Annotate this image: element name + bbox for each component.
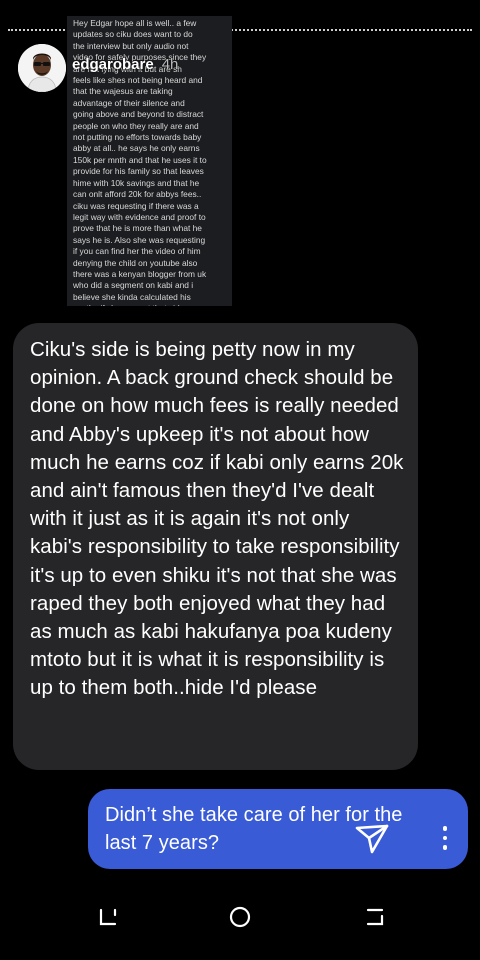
received-message-bubble[interactable]: Ciku's side is being petty now in my opi… — [13, 323, 418, 770]
avatar[interactable] — [18, 44, 66, 92]
system-navigation-bar — [0, 890, 480, 960]
recents-icon[interactable] — [95, 904, 121, 930]
story-username[interactable]: edgarobare — [72, 56, 154, 73]
back-icon[interactable] — [362, 904, 388, 930]
sent-message-bubble[interactable]: Didn’t she take care of her for the last… — [88, 789, 468, 869]
home-icon[interactable] — [227, 904, 253, 930]
story-header: edgarobare 4h — [72, 56, 178, 73]
avatar-image — [18, 44, 66, 92]
received-message-text: Ciku's side is being petty now in my opi… — [30, 338, 404, 700]
send-icon[interactable] — [352, 818, 392, 858]
more-options-icon[interactable] — [440, 826, 450, 854]
story-timestamp: 4h — [161, 56, 179, 73]
